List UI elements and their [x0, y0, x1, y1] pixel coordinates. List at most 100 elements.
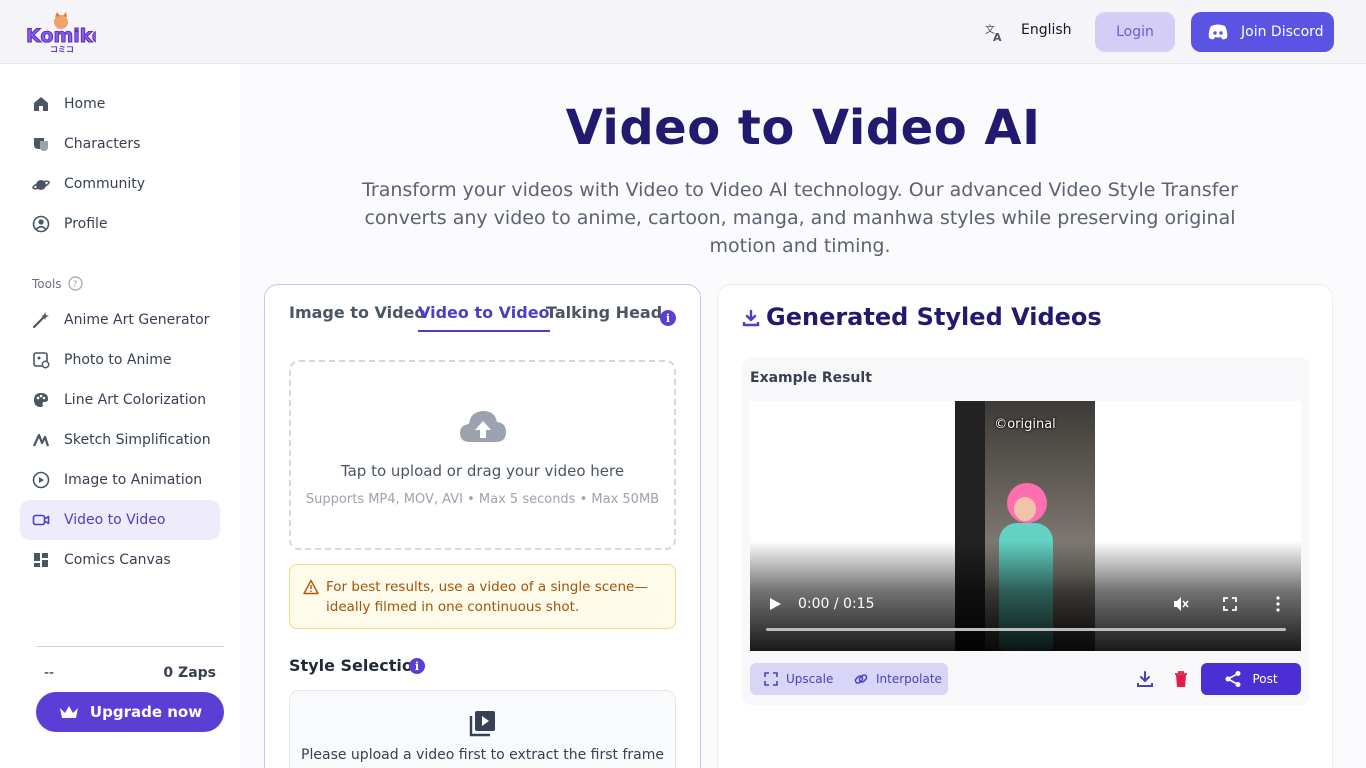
- download-icon: [742, 309, 760, 327]
- komiko-logo[interactable]: Komiko コミコ: [24, 10, 105, 54]
- single-scene-warning: For best results, use a video of a singl…: [289, 564, 676, 629]
- community-icon: [32, 180, 50, 190]
- sidebar-item-comics-canvas[interactable]: Comics Canvas: [20, 540, 220, 580]
- style-info-icon[interactable]: i: [409, 658, 425, 674]
- play-circle-icon: [32, 471, 50, 489]
- download-video-icon[interactable]: [1136, 670, 1154, 688]
- post-label: Post: [1252, 672, 1278, 686]
- sidebar-item-photo-to-anime[interactable]: Photo to Anime: [20, 340, 220, 380]
- translate-icon[interactable]: 文 A: [984, 22, 1004, 42]
- sidebar-item-label: Line Art Colorization: [64, 392, 207, 408]
- example-result-label: Example Result: [750, 370, 872, 386]
- crown-icon: [59, 706, 78, 718]
- video-library-icon: [469, 711, 495, 737]
- video-camera-icon: [32, 514, 50, 526]
- main-content: Video to Video AI Transform your videos …: [240, 64, 1366, 768]
- video-watermark: ©original: [994, 417, 1056, 432]
- video-time: 0:00 / 0:15: [798, 596, 875, 612]
- expand-icon: [764, 672, 778, 686]
- sidebar-item-label: Community: [64, 176, 146, 192]
- sidebar-item-label: Photo to Anime: [64, 352, 172, 368]
- generated-videos-title: Generated Styled Videos: [766, 303, 1102, 331]
- login-button[interactable]: Login: [1095, 12, 1175, 52]
- upload-requirements: Supports MP4, MOV, AVI • Max 5 seconds •…: [305, 492, 660, 507]
- svg-text:?: ?: [72, 280, 77, 290]
- upload-instructions: Tap to upload or drag your video here: [340, 462, 625, 480]
- upscale-label: Upscale: [786, 672, 834, 686]
- style-selection-heading: Style Selection: [289, 656, 425, 675]
- sidebar-item-community[interactable]: Community: [20, 164, 220, 204]
- warning-text: For best results, use a video of a singl…: [326, 579, 648, 615]
- palette-icon: [34, 393, 48, 407]
- cloud-upload-icon: [460, 411, 506, 442]
- interpolate-label: Interpolate: [876, 672, 942, 686]
- trash-icon[interactable]: [1172, 670, 1190, 688]
- share-icon: [1225, 671, 1241, 687]
- sidebar-item-video-to-video[interactable]: Video to Video: [20, 500, 220, 540]
- sidebar: Home Characters Community Profile Tools …: [0, 64, 240, 768]
- video-player[interactable]: ©original 0:00 / 0:15: [750, 401, 1301, 651]
- page-title: Video to Video AI: [565, 100, 1041, 156]
- join-discord-label: Join Discord: [1241, 24, 1324, 40]
- sidebar-item-profile[interactable]: Profile: [20, 204, 220, 244]
- fullscreen-icon[interactable]: [1221, 595, 1239, 613]
- style-selection-box: Please upload a video first to extract t…: [289, 690, 676, 768]
- more-options-icon[interactable]: [1269, 595, 1287, 613]
- upgrade-now-button[interactable]: Upgrade now: [36, 692, 224, 732]
- mute-icon[interactable]: [1172, 595, 1190, 613]
- page-description: Transform your videos with Video to Vide…: [362, 179, 1238, 257]
- info-icon[interactable]: i: [660, 310, 676, 326]
- profile-icon: [32, 215, 50, 233]
- sidebar-item-image-to-animation[interactable]: Image to Animation: [20, 460, 220, 500]
- sidebar-item-anime-art-generator[interactable]: Anime Art Generator: [20, 300, 220, 340]
- tools-section-label: Tools ?: [32, 276, 83, 291]
- balance-value: --: [44, 665, 55, 681]
- top-header: Komiko コミコ 文 A English Login Join Discor…: [0, 0, 1366, 64]
- sidebar-item-label: Video to Video: [64, 512, 166, 528]
- figure-face: [1014, 497, 1036, 521]
- sketch-icon: [32, 433, 50, 447]
- sidebar-item-label: Characters: [64, 136, 141, 152]
- zaps-count: 0 Zaps: [163, 665, 216, 681]
- discord-icon: [1208, 24, 1228, 40]
- input-panel: Image to Video Video to Video Talking He…: [264, 284, 701, 768]
- tab-talking-head[interactable]: Talking Head: [546, 303, 662, 330]
- language-selector[interactable]: English: [1021, 22, 1072, 38]
- svg-text:コミコ: コミコ: [50, 45, 74, 54]
- tab-video-to-video[interactable]: Video to Video: [418, 303, 550, 332]
- magic-wand-icon: [32, 312, 49, 329]
- characters-icon: [34, 138, 48, 151]
- sidebar-item-label: Profile: [64, 216, 108, 232]
- video-upload-dropzone[interactable]: Tap to upload or drag your video here Su…: [289, 360, 676, 550]
- warning-icon: [303, 579, 319, 595]
- style-placeholder-text: Please upload a video first to extract t…: [301, 747, 664, 763]
- sidebar-divider: [36, 646, 224, 647]
- sidebar-item-label: Sketch Simplification: [64, 432, 211, 448]
- svg-text:Komiko: Komiko: [26, 25, 96, 47]
- play-icon[interactable]: [768, 597, 782, 611]
- sidebar-item-sketch-simplification[interactable]: Sketch Simplification: [20, 420, 220, 460]
- photo-icon: [33, 352, 50, 369]
- example-result-card: Example Result ©original 0:00 / 0:15 Ups…: [742, 357, 1310, 705]
- output-panel: Generated Styled Videos Example Result ©…: [717, 284, 1333, 768]
- enhance-actions: Upscale Interpolate: [750, 663, 948, 695]
- sidebar-item-label: Image to Animation: [64, 472, 203, 488]
- home-icon: [34, 97, 48, 111]
- link-icon: [854, 674, 868, 684]
- post-button[interactable]: Post: [1201, 663, 1301, 695]
- sidebar-item-home[interactable]: Home: [20, 84, 220, 124]
- tab-image-to-video[interactable]: Image to Video: [289, 303, 425, 330]
- join-discord-button[interactable]: Join Discord: [1191, 12, 1334, 52]
- sidebar-item-label: Comics Canvas: [64, 552, 171, 568]
- sidebar-item-characters[interactable]: Characters: [20, 124, 220, 164]
- help-icon[interactable]: ?: [67, 276, 83, 291]
- sidebar-item-label: Home: [64, 96, 106, 112]
- upgrade-label: Upgrade now: [89, 703, 203, 721]
- upscale-button[interactable]: Upscale: [764, 663, 833, 695]
- grid-icon: [34, 553, 48, 567]
- interpolate-button[interactable]: Interpolate: [854, 663, 942, 695]
- sidebar-item-label: Anime Art Generator: [64, 312, 210, 328]
- video-progress-bar[interactable]: [766, 628, 1286, 631]
- svg-text:A: A: [993, 31, 1002, 42]
- sidebar-item-line-art-colorization[interactable]: Line Art Colorization: [20, 380, 220, 420]
